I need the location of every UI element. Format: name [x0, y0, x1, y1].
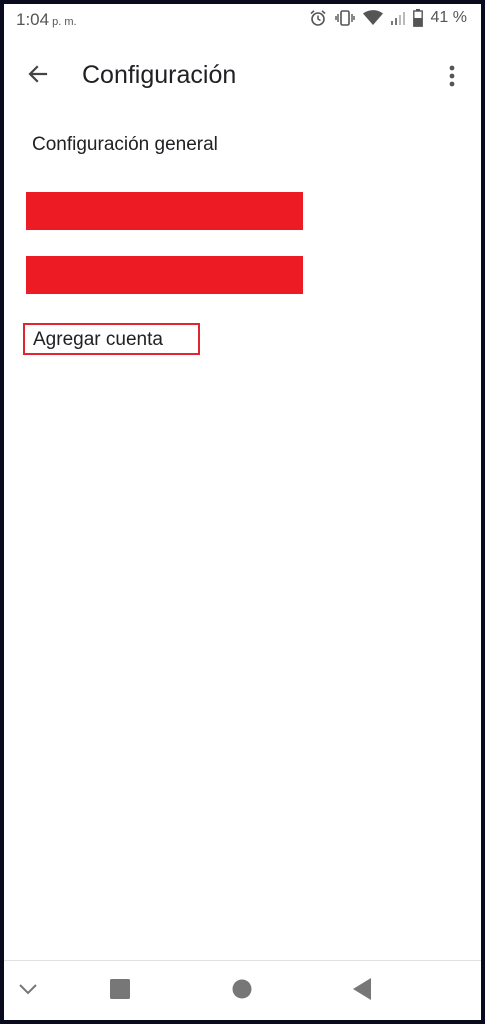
add-account-button[interactable]: Agregar cuenta: [23, 323, 200, 355]
add-account-label: Agregar cuenta: [33, 329, 163, 350]
more-vert-icon: [449, 65, 455, 92]
recents-square-icon: [110, 978, 130, 1004]
navigation-bar: [4, 961, 481, 1020]
status-time-ampm: p. m.: [52, 16, 77, 28]
arrow-back-icon: [26, 62, 50, 91]
home-circle-icon: [232, 979, 252, 1004]
status-icons: 41 %: [309, 9, 467, 27]
account-item-redacted[interactable]: [26, 256, 303, 294]
wifi-icon: [362, 10, 383, 26]
status-bar: 1:04 p. m. 41 %: [4, 4, 481, 34]
more-options-button[interactable]: [437, 60, 467, 96]
battery-percent: 41 %: [430, 9, 467, 26]
page-title: Configuración: [82, 61, 237, 89]
status-time-value: 1:04: [16, 10, 50, 29]
home-button[interactable]: [226, 975, 258, 1007]
nav-back-button[interactable]: [346, 975, 378, 1007]
vibrate-icon: [334, 9, 355, 27]
back-triangle-icon: [352, 977, 372, 1005]
recents-button[interactable]: [104, 975, 136, 1007]
status-time: 1:04 p. m.: [16, 10, 77, 30]
collapse-nav-button[interactable]: [12, 975, 44, 1007]
general-settings-item[interactable]: Configuración general: [32, 134, 218, 156]
chevron-down-icon: [18, 982, 38, 1000]
phone-screen: 1:04 p. m. 41 % Configuración Configurac…: [4, 4, 481, 1020]
signal-icon: [390, 11, 405, 25]
alarm-icon: [309, 9, 327, 27]
account-item-redacted[interactable]: [26, 192, 303, 230]
back-button[interactable]: [20, 58, 56, 94]
battery-icon: [412, 9, 423, 27]
app-bar: Configuración: [4, 44, 481, 108]
